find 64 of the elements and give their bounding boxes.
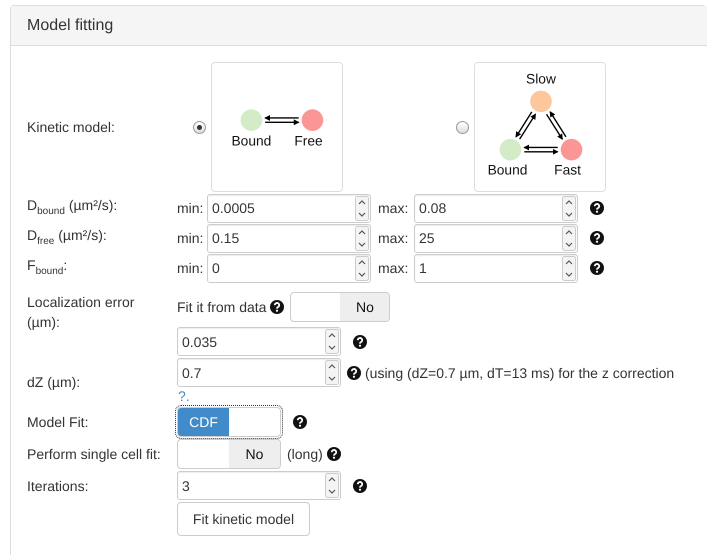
help-icon[interactable] [326,447,341,461]
stepper-icon[interactable] [355,256,369,280]
max-label: max: [377,260,410,276]
radio-button[interactable] [193,120,206,134]
stepper-icon[interactable] [325,473,339,498]
toggle-switch[interactable]: No [177,439,281,469]
min-label: min: [177,200,204,216]
max-label: max: [377,200,410,216]
radio-button[interactable] [456,120,469,134]
stepper-icon[interactable] [562,226,576,250]
hint-text: (long) [287,446,323,462]
exchange-arrows [546,111,567,140]
state-label: Bound [488,162,528,178]
help-icon[interactable] [590,201,604,215]
state-label: Bound [232,134,272,149]
stepper-icon[interactable] [355,226,369,250]
field-label: dZ (µm): [27,372,82,392]
hint-text: (using (dZ=0.7 µm, dT=13 ms) for the z correction [365,364,674,380]
exchange-arrows [523,144,559,155]
stepper-icon[interactable] [562,256,576,280]
fit-label: Fit it from data [177,299,266,315]
exchange-arrows [515,112,536,140]
panel-title: Model fitting [27,16,114,34]
model-diagram-card[interactable]: Bound Free [211,62,343,192]
field-label: Perform single cell fit: [27,445,162,464]
number-field[interactable]: 0 [207,254,371,282]
number-field[interactable]: 0.08 [414,194,578,222]
min-label: min: [177,230,204,246]
help-icon[interactable] [590,261,604,275]
number-field[interactable]: 0.7 [177,358,341,387]
help-icon[interactable] [590,231,604,245]
stepper-icon[interactable] [325,360,339,385]
fit-button[interactable]: Fit kinetic model [177,502,310,536]
field-label: D$_{free}$ (µm²/s): [27,226,108,248]
toggle-switch[interactable]: No [290,292,390,322]
model-diagram-card[interactable]: Slow Bound Fast [474,62,606,192]
exchange-arrows [264,115,300,126]
field-label: Localization error (µm): [27,293,136,332]
help-icon[interactable] [353,334,367,348]
state-label: Slow [526,72,556,87]
stepper-icon[interactable] [562,196,576,220]
stepper-icon[interactable] [325,329,339,354]
field-label: Model Fit: [27,413,90,432]
state-label: Free [294,134,323,149]
number-field[interactable]: 0.15 [207,224,371,252]
max-label: max: [377,230,410,246]
state-label: Fast [554,162,581,178]
min-label: min: [177,260,204,276]
number-field[interactable]: 25 [414,224,578,252]
number-field[interactable]: 1 [414,254,578,282]
help-icon[interactable] [353,478,367,492]
toggle-switch[interactable]: CDF [177,407,281,437]
stepper-icon[interactable] [355,196,369,220]
help-link[interactable]: ?. [178,388,190,404]
number-field[interactable]: 0.0005 [207,194,371,222]
field-label: Kinetic model: [27,118,116,137]
number-field[interactable]: 0.035 [177,327,341,356]
help-icon[interactable] [293,415,307,429]
field-label: D$_{bound}$ (µm²/s): [27,196,118,218]
field-label: F$_{bound}$: [27,256,68,278]
field-label: Iterations: [27,476,90,496]
help-icon[interactable] [347,366,361,380]
number-field[interactable]: 3 [177,471,341,500]
help-icon[interactable] [270,300,284,314]
